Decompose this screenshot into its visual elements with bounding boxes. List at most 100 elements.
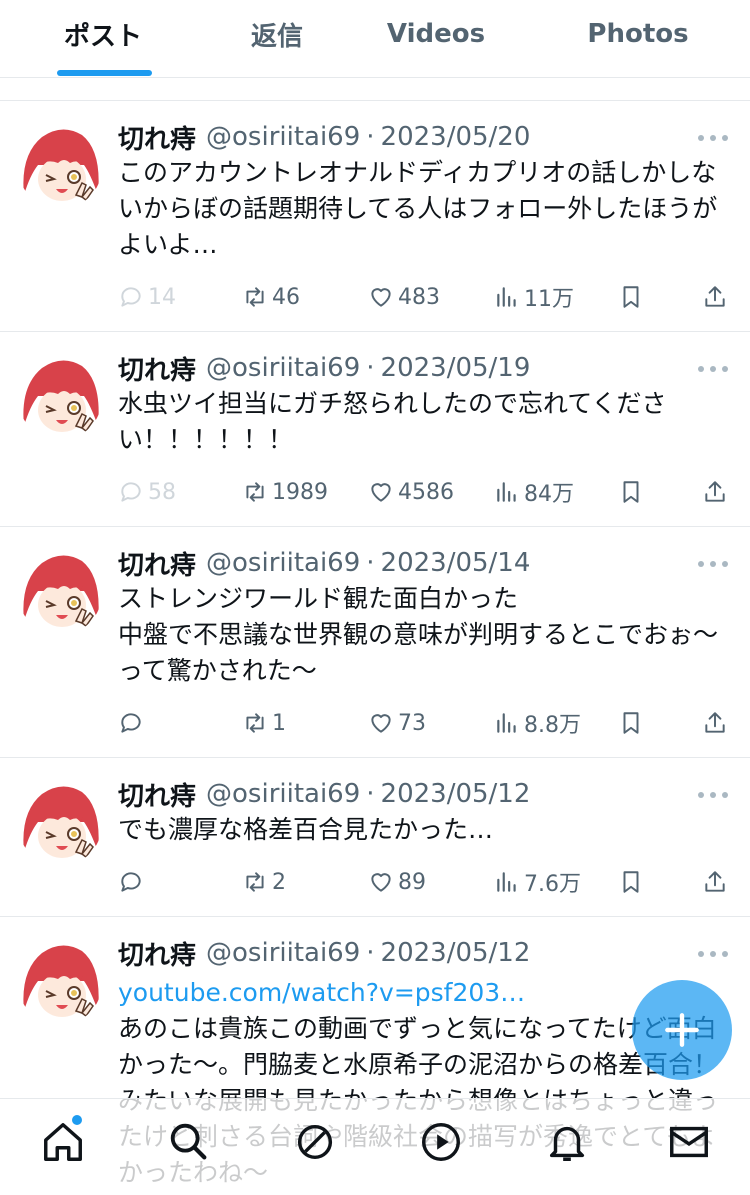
separator-dot: ·	[366, 353, 375, 383]
views-button[interactable]: 7.6万	[494, 866, 581, 898]
tab-replies[interactable]: 返信	[232, 14, 322, 54]
post-header: 切れ痔 @osiriitai69 · 2023/05/19	[118, 350, 531, 387]
post-text: 水虫ツイ担当にガチ怒られしたので忘れてください！！！！！！	[118, 389, 667, 454]
author-name[interactable]: 切れ痔	[118, 776, 196, 813]
repost-button[interactable]: 1989	[242, 476, 328, 508]
like-count: 4586	[398, 479, 454, 505]
author-handle[interactable]: @osiriitai69	[206, 353, 360, 383]
compose-plus-icon	[665, 1013, 699, 1047]
share-button[interactable]	[702, 707, 732, 739]
like-button[interactable]: 89	[368, 866, 426, 898]
avatar[interactable]	[18, 941, 102, 1025]
author-name[interactable]: 切れ痔	[118, 545, 196, 582]
reply-button[interactable]	[118, 707, 148, 739]
post-actions: 58 1989 4586 84万	[118, 476, 738, 508]
bottom-nav	[0, 1098, 750, 1195]
post-item[interactable]: 切れ痔 @osiriitai69 · 2023/05/19 水虫ツイ担当にガチ怒…	[0, 332, 750, 527]
avatar[interactable]	[18, 356, 102, 440]
post-item[interactable]: 切れ痔 @osiriitai69 · 2023/05/20 このアカウントレオナ…	[0, 101, 750, 332]
nav-home[interactable]	[40, 1119, 86, 1165]
repost-button[interactable]: 1	[242, 707, 286, 739]
view-count: 8.8万	[524, 713, 581, 738]
post-link[interactable]: youtube.com/watch?v=psf203…	[118, 975, 525, 1011]
share-button[interactable]	[702, 476, 732, 508]
views-icon	[494, 869, 520, 895]
active-tab-indicator	[57, 70, 152, 76]
post-text: このアカウントレオナルドディカプリオの話しかしないからぼの話題期待してる人はフォ…	[118, 158, 718, 259]
bookmark-button[interactable]	[618, 866, 648, 898]
author-name[interactable]: 切れ痔	[118, 935, 196, 972]
author-name[interactable]: 切れ痔	[118, 119, 196, 156]
reply-button[interactable]: 14	[118, 281, 176, 313]
bookmark-icon	[618, 479, 644, 505]
share-icon	[702, 710, 728, 736]
post-date[interactable]: 2023/05/19	[381, 353, 531, 383]
bookmark-button[interactable]	[618, 281, 648, 313]
like-count: 89	[398, 869, 426, 895]
more-options-icon[interactable]	[698, 559, 728, 569]
reply-count: 58	[148, 479, 176, 505]
bookmark-button[interactable]	[618, 476, 648, 508]
post-date[interactable]: 2023/05/20	[381, 122, 531, 152]
repost-button[interactable]: 46	[242, 281, 300, 313]
views-icon	[494, 479, 520, 505]
post-date[interactable]: 2023/05/12	[381, 779, 531, 809]
more-options-icon[interactable]	[698, 133, 728, 143]
views-button[interactable]: 84万	[494, 476, 574, 508]
author-handle[interactable]: @osiriitai69	[206, 779, 360, 809]
like-button[interactable]: 73	[368, 707, 426, 739]
bookmark-button[interactable]	[618, 707, 648, 739]
reply-icon	[118, 284, 144, 310]
repost-count: 2	[272, 869, 286, 895]
post-header: 切れ痔 @osiriitai69 · 2023/05/20	[118, 119, 531, 156]
more-options-icon[interactable]	[698, 790, 728, 800]
repost-button[interactable]: 2	[242, 866, 286, 898]
repost-count: 1	[272, 710, 286, 736]
post-item[interactable]: 切れ痔 @osiriitai69 · 2023/05/12 でも濃厚な格差百合見…	[0, 758, 750, 917]
share-button[interactable]	[702, 866, 732, 898]
repost-icon	[242, 479, 268, 505]
post-date[interactable]: 2023/05/14	[381, 548, 531, 578]
tab-photos[interactable]: Photos	[582, 14, 694, 54]
repost-icon	[242, 710, 268, 736]
author-handle[interactable]: @osiriitai69	[206, 122, 360, 152]
bookmark-icon	[618, 284, 644, 310]
compose-button[interactable]	[632, 980, 732, 1080]
post-actions: 2 89 7.6万	[118, 866, 738, 898]
post-header: 切れ痔 @osiriitai69 · 2023/05/14	[118, 545, 531, 582]
share-button[interactable]	[702, 281, 732, 313]
avatar[interactable]	[18, 782, 102, 866]
views-button[interactable]: 8.8万	[494, 707, 581, 739]
share-icon	[702, 869, 728, 895]
reply-button[interactable]	[118, 866, 148, 898]
tab-videos[interactable]: Videos	[380, 14, 492, 54]
post-text: でも濃厚な格差百合見たかった…	[118, 815, 494, 844]
home-unread-dot	[72, 1115, 82, 1125]
avatar[interactable]	[18, 125, 102, 209]
spaces-icon	[297, 1124, 333, 1160]
post-header: 切れ痔 @osiriitai69 · 2023/05/12	[118, 776, 531, 813]
repost-count: 46	[272, 284, 300, 310]
nav-spaces[interactable]	[292, 1119, 338, 1165]
author-handle[interactable]: @osiriitai69	[206, 548, 360, 578]
post-date[interactable]: 2023/05/12	[381, 938, 531, 968]
views-button[interactable]: 11万	[494, 281, 574, 313]
reply-button[interactable]: 58	[118, 476, 176, 508]
tab-posts[interactable]: ポスト	[52, 14, 154, 54]
heart-icon	[368, 710, 394, 736]
nav-search[interactable]	[166, 1119, 212, 1165]
profile-tab-bar: ポスト 返信 Videos Photos	[0, 0, 750, 78]
separator-dot: ·	[366, 938, 375, 968]
more-options-icon[interactable]	[698, 949, 728, 959]
like-button[interactable]: 483	[368, 281, 440, 313]
avatar[interactable]	[18, 551, 102, 635]
like-button[interactable]: 4586	[368, 476, 454, 508]
post-item[interactable]: 切れ痔 @osiriitai69 · 2023/05/14 ストレンジワールド観…	[0, 527, 750, 758]
author-name[interactable]: 切れ痔	[118, 350, 196, 387]
nav-video[interactable]	[418, 1119, 464, 1165]
more-options-icon[interactable]	[698, 364, 728, 374]
nav-notifications[interactable]	[544, 1119, 590, 1165]
nav-messages[interactable]	[666, 1119, 712, 1165]
author-handle[interactable]: @osiriitai69	[206, 938, 360, 968]
post-actions: 14 46 483 11万	[118, 281, 738, 313]
